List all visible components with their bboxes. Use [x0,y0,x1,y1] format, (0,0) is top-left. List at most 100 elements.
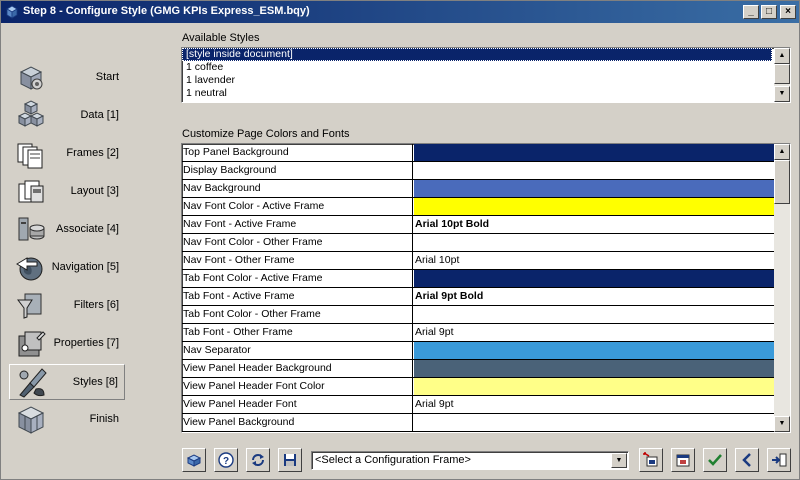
property-name: View Panel Header Font Color [182,378,413,396]
globe-arrow-icon [16,257,43,281]
property-name: Tab Font - Active Frame [182,288,413,306]
sidebar-item-data[interactable]: Data [1] [9,98,125,134]
layout-icon [18,180,44,203]
associate-icon [18,217,45,241]
customize-grid: Top Panel Background Display Background Na… [181,143,791,433]
sidebar-item-filters[interactable]: Filters [6] [9,288,125,324]
table-row[interactable]: View Panel Background [182,414,774,432]
sidebar-item-layout[interactable]: Layout [3] [9,174,125,210]
property-name: View Panel Header Background [182,360,413,378]
property-name: View Panel Background [182,414,413,432]
arrow-up-icon: ▲ [778,148,786,155]
scroll-down-button[interactable]: ▼ [774,416,790,432]
sidebar-item-properties[interactable]: Properties [7] [9,326,125,362]
styles-scrollbar[interactable]: ▲ ▼ [774,48,790,102]
table-row[interactable]: View Panel Header Font Color [182,378,774,396]
back-button[interactable] [735,448,759,472]
help-button[interactable]: ? [214,448,238,472]
property-value[interactable] [414,270,774,287]
sidebar-item-navigation[interactable]: Navigation [5] [9,250,125,286]
property-value[interactable] [414,180,774,197]
sidebar-item-label: Styles [8] [72,376,118,388]
property-value[interactable]: Arial 10pt Bold [414,216,774,233]
apply-frame-button[interactable] [639,448,663,472]
table-row[interactable]: Nav Font Color - Active Frame [182,198,774,216]
exit-button[interactable] [767,448,791,472]
minimize-icon: _ [748,6,754,17]
scroll-up-button[interactable]: ▲ [774,48,790,64]
property-name: Nav Font Color - Other Frame [182,234,413,252]
table-row[interactable]: Tab Font - Other Frame Arial 9pt [182,324,774,342]
property-value[interactable] [414,414,774,431]
table-row[interactable]: Nav Font Color - Other Frame [182,234,774,252]
list-item[interactable]: 1 neutral [182,87,790,100]
available-styles-list[interactable]: [style inside document] 1 coffee 1 laven… [181,47,791,103]
chevron-left-icon [742,453,751,467]
property-name: Nav Background [182,180,413,198]
table-row[interactable]: Tab Font Color - Other Frame [182,306,774,324]
property-value[interactable] [414,162,774,179]
sidebar-item-frames[interactable]: Frames [2] [9,136,125,172]
scroll-down-button[interactable]: ▼ [774,86,790,102]
property-name: Top Panel Background [182,144,413,162]
frame-preview-icon [676,454,690,467]
property-value[interactable] [414,342,774,359]
maximize-button[interactable]: □ [761,5,777,19]
property-value[interactable] [414,144,774,161]
customize-label: Customize Page Colors and Fonts [182,128,350,140]
window-title: Step 8 - Configure Style (GMG KPIs Expre… [23,5,310,17]
ok-button[interactable] [703,448,727,472]
save-button[interactable] [278,448,302,472]
list-item[interactable]: 1 lavender [182,74,790,87]
scroll-thumb[interactable] [774,64,790,84]
property-name: Nav Font Color - Active Frame [182,198,413,216]
property-name: Tab Font - Other Frame [182,324,413,342]
configuration-frame-select[interactable]: <Select a Configuration Frame> ▼ [311,451,629,470]
table-row[interactable]: Top Panel Background [182,144,774,162]
list-item[interactable]: 1 coffee [182,61,790,74]
styles-library-button[interactable] [182,448,206,472]
properties-icon [18,331,46,357]
table-row[interactable]: Display Background [182,162,774,180]
table-row[interactable]: Nav Background [182,180,774,198]
property-value[interactable] [414,360,774,377]
arrow-down-icon: ▼ [778,90,786,97]
scroll-up-button[interactable]: ▲ [774,144,790,160]
checkmark-icon [708,454,722,466]
available-styles-label: Available Styles [182,32,260,44]
table-row[interactable]: Nav Separator [182,342,774,360]
preview-frame-button[interactable] [671,448,695,472]
help-icon: ? [218,452,234,468]
sidebar-item-associate[interactable]: Associate [4] [9,212,125,248]
app-icon [6,5,18,19]
table-row[interactable]: View Panel Header Font Arial 9pt [182,396,774,414]
box-gears-icon [19,66,43,90]
styles-library-icon [186,454,202,467]
scroll-thumb[interactable] [774,160,790,204]
close-button[interactable]: × [780,5,796,19]
property-value[interactable] [414,306,774,323]
property-value[interactable]: Arial 9pt [414,396,774,413]
refresh-button[interactable] [246,448,270,472]
sidebar-item-start[interactable]: Start [9,60,125,96]
minimize-button[interactable]: _ [743,5,759,19]
property-value[interactable]: Arial 9pt [414,324,774,341]
property-value[interactable]: Arial 9pt Bold [414,288,774,305]
table-row[interactable]: Tab Font - Active Frame Arial 9pt Bold [182,288,774,306]
sidebar-item-finish[interactable]: Finish [9,402,125,438]
list-item[interactable]: [style inside document] [182,48,772,61]
table-row[interactable]: View Panel Header Background [182,360,774,378]
table-row[interactable]: Tab Font Color - Active Frame [182,270,774,288]
property-value[interactable]: Arial 10pt [414,252,774,269]
svg-text:?: ? [223,456,229,467]
sidebar-item-styles[interactable]: Styles [8] [9,364,125,400]
dropdown-button[interactable]: ▼ [611,453,627,468]
funnel-icon [17,293,42,319]
table-row[interactable]: Nav Font - Active Frame Arial 10pt Bold [182,216,774,234]
property-value[interactable] [414,378,774,395]
grid-scrollbar[interactable]: ▲ ▼ [774,144,790,432]
property-value[interactable] [414,234,774,251]
save-icon [284,454,296,466]
property-value[interactable] [414,198,774,215]
table-row[interactable]: Nav Font - Other Frame Arial 10pt [182,252,774,270]
